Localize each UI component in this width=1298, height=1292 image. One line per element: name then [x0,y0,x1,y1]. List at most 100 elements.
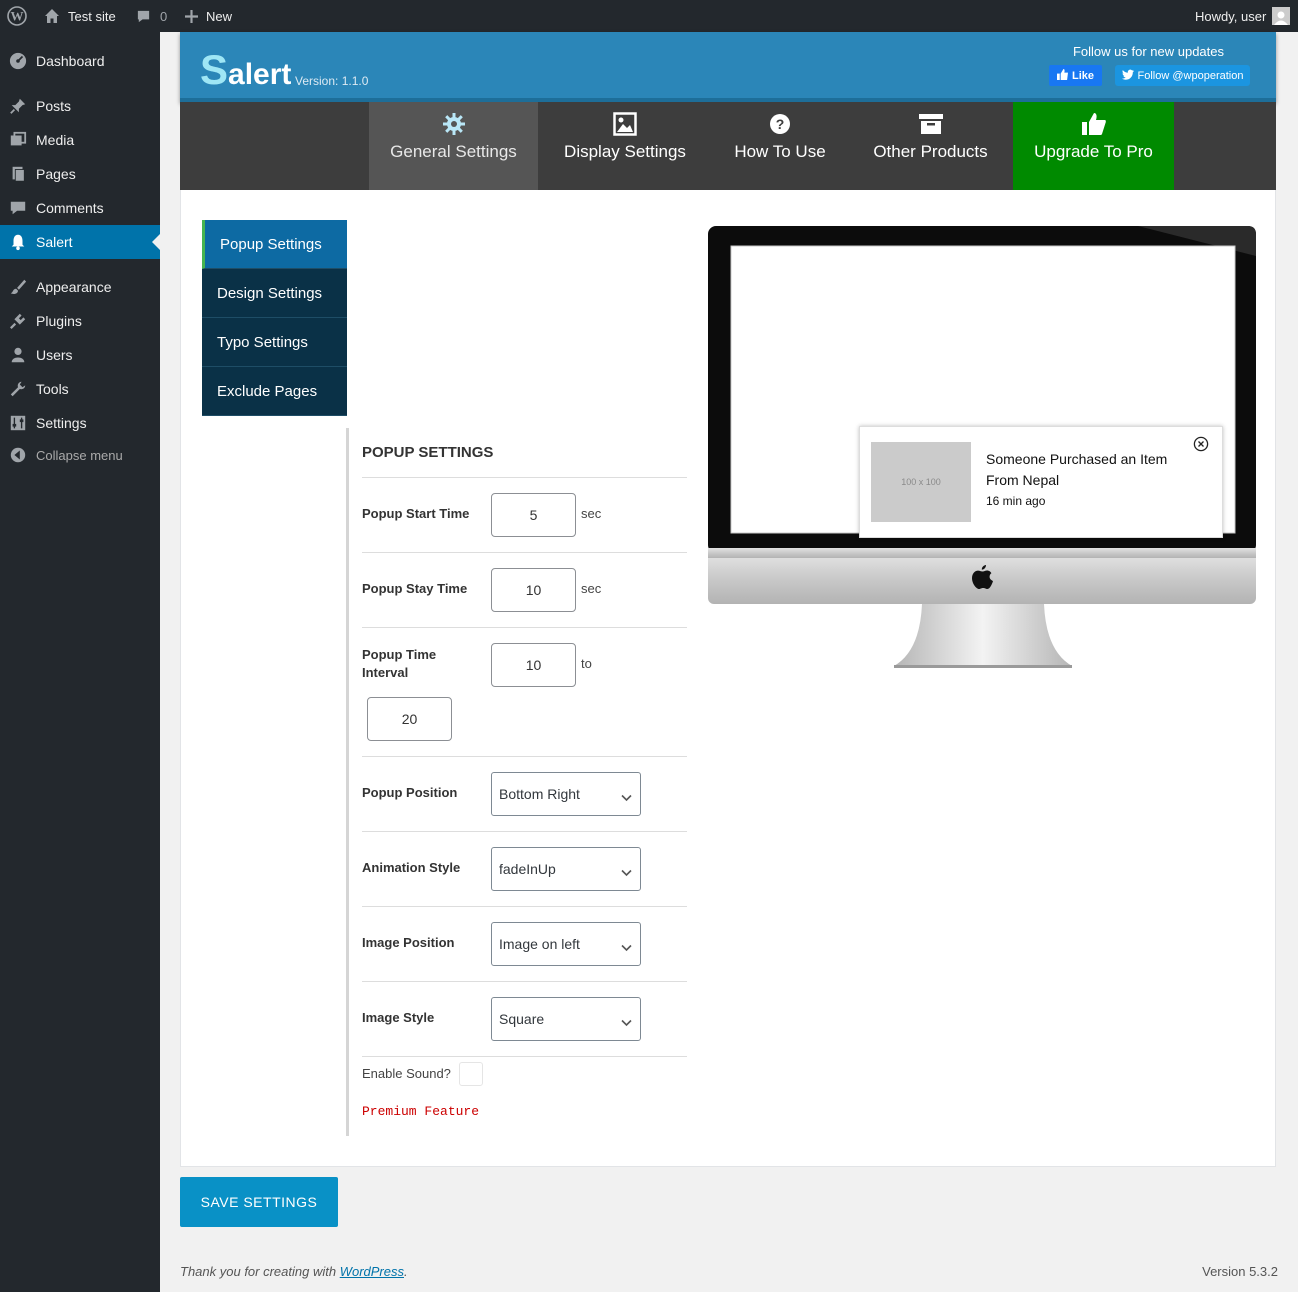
chevron-down-icon [621,864,632,880]
tab-label: Other Products [873,142,988,161]
animation-style-select[interactable]: fadeInUp [491,847,641,891]
sidebar-item-label: Settings [36,415,87,431]
sidebar-item-label: Dashboard [36,53,105,69]
start-time-unit: sec [581,506,602,521]
collapse-menu-button[interactable]: Collapse menu [0,438,160,472]
tab-how-to-use[interactable]: ? How To Use [712,102,848,190]
sidebar-item-comments[interactable]: Comments [0,191,160,225]
pages-icon [0,165,36,183]
image-style-select[interactable]: Square [491,997,641,1041]
popup-start-time-input[interactable]: 5 [491,493,576,537]
subnav-design-settings[interactable]: Design Settings [202,269,347,318]
sidebar-item-label: Tools [36,381,69,397]
collapse-arrow-icon [0,446,36,464]
new-content-link[interactable]: New [185,0,232,32]
popup-position-select[interactable]: Bottom Right [491,772,641,816]
wordpress-link[interactable]: WordPress [340,1264,404,1279]
pin-icon [0,97,36,115]
tab-label: Upgrade To Pro [1034,142,1153,161]
close-icon[interactable] [1193,436,1209,455]
thumbs-up-icon [1056,68,1068,83]
twitter-bird-icon [1121,69,1134,83]
sidebar-item-label: Comments [36,200,104,216]
image-position-label: Image Position [362,935,455,950]
user-icon [0,346,36,364]
user-account-link[interactable]: Howdy, user [1195,0,1291,32]
popup-interval-to-input[interactable]: 20 [367,697,452,741]
settings-panel: Popup Settings Design Settings Typo Sett… [180,190,1276,1167]
subnav-popup-settings[interactable]: Popup Settings [202,220,347,269]
popup-stay-time-input[interactable]: 10 [491,568,576,612]
wordpress-logo-icon[interactable]: W [7,0,27,32]
twitter-follow-button[interactable]: Follow @wpoperation [1115,65,1250,86]
plugin-version: Version: 1.1.0 [295,74,369,88]
subnav-exclude-pages[interactable]: Exclude Pages [202,367,347,416]
sidebar-item-settings[interactable]: Settings [0,406,160,440]
site-name-label: Test site [68,8,116,24]
divider [362,981,687,982]
thumbs-up-icon [1081,110,1106,138]
tab-upgrade-to-pro[interactable]: Upgrade To Pro [1013,102,1174,190]
svg-text:W: W [11,9,24,24]
tab-general-settings[interactable]: General Settings [369,102,538,190]
popup-message: Someone Purchased an Item From Nepal [986,451,1168,488]
sidebar-item-salert[interactable]: Salert [0,225,160,259]
divider [362,627,687,628]
plug-icon [0,312,36,330]
sidebar-item-users[interactable]: Users [0,338,160,372]
enable-sound-label: Enable Sound? [362,1066,451,1081]
save-settings-button[interactable]: SAVE SETTINGS [180,1177,338,1227]
svg-text:?: ? [776,116,785,132]
popup-stay-time-label: Popup Stay Time [362,581,468,596]
footer-version: Version 5.3.2 [1202,1264,1278,1279]
site-name-link[interactable]: Test site [44,0,116,32]
comments-link[interactable]: 0 [136,0,167,32]
sidebar-item-label: Salert [36,234,73,250]
popup-time: 16 min ago [986,494,1046,508]
sidebar-item-appearance[interactable]: Appearance [0,270,160,304]
sidebar-item-label: Pages [36,166,76,182]
popup-preview-monitor: 100 x 100 Someone Purchased an Item From… [708,226,1256,668]
section-title: POPUP SETTINGS [362,444,494,461]
enable-sound-checkbox[interactable] [459,1062,483,1086]
image-position-select[interactable]: Image on left [491,922,641,966]
gear-icon [442,110,466,138]
chevron-down-icon [621,939,632,955]
sidebar-item-tools[interactable]: Tools [0,372,160,406]
interval-to-label: to [581,656,592,671]
sidebar-item-media[interactable]: Media [0,123,160,157]
tab-other-products[interactable]: Other Products [858,102,1003,190]
sidebar-item-plugins[interactable]: Plugins [0,304,160,338]
tab-display-settings[interactable]: Display Settings [538,102,712,190]
sidebar-item-dashboard[interactable]: Dashboard [0,44,160,78]
divider [362,1056,687,1057]
sidebar-item-pages[interactable]: Pages [0,157,160,191]
question-icon: ? [770,110,790,138]
image-style-value: Square [499,1011,545,1027]
image-position-value: Image on left [499,936,580,952]
follow-text: Follow us for new updates [1072,44,1224,59]
admin-bar: W Test site 0 New Howdy, user [0,0,1298,32]
popup-position-label: Popup Position [362,785,458,800]
bell-icon [0,233,36,251]
popup-interval-from-input[interactable]: 10 [491,643,576,687]
comments-count: 0 [160,8,168,24]
divider [362,477,687,478]
tab-label: Display Settings [564,142,686,161]
facebook-like-button[interactable]: Like [1049,65,1102,86]
sidebar-item-posts[interactable]: Posts [0,89,160,123]
archive-icon [918,110,943,138]
divider [362,906,687,907]
sidebar-item-label: Users [36,347,73,363]
media-icon [0,131,36,149]
animation-style-label: Animation Style [362,860,461,875]
image-icon [613,110,637,138]
settings-tabs: General Settings Display Settings ? How … [180,102,1276,190]
premium-feature-note: Premium Feature [362,1104,480,1119]
home-icon [44,8,60,24]
plugin-logo: Salert [200,46,292,93]
animation-style-value: fadeInUp [499,861,556,877]
subnav-typo-settings[interactable]: Typo Settings [202,318,347,367]
admin-sidebar: Dashboard Posts Media Pages Comments Sal… [0,32,160,1292]
divider [362,756,687,757]
